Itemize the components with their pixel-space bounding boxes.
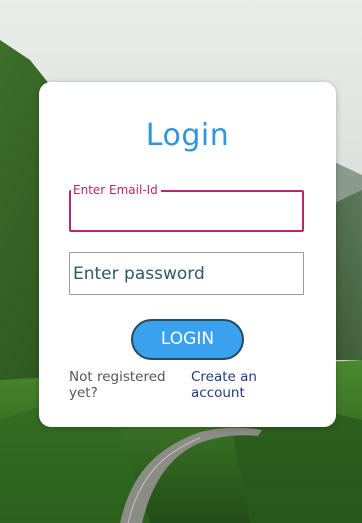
email-field-container: Enter Email-Id — [69, 182, 304, 232]
email-field-label: Enter Email-Id — [71, 182, 161, 198]
login-button[interactable]: LOGIN — [131, 319, 244, 360]
not-registered-text: Not registered yet? — [69, 369, 166, 401]
page-title: Login — [145, 118, 230, 153]
login-card: Login Enter Email-Id LOGIN Not registere… — [39, 82, 336, 427]
create-account-link[interactable]: Create an account — [191, 369, 301, 401]
password-field[interactable] — [69, 252, 304, 295]
